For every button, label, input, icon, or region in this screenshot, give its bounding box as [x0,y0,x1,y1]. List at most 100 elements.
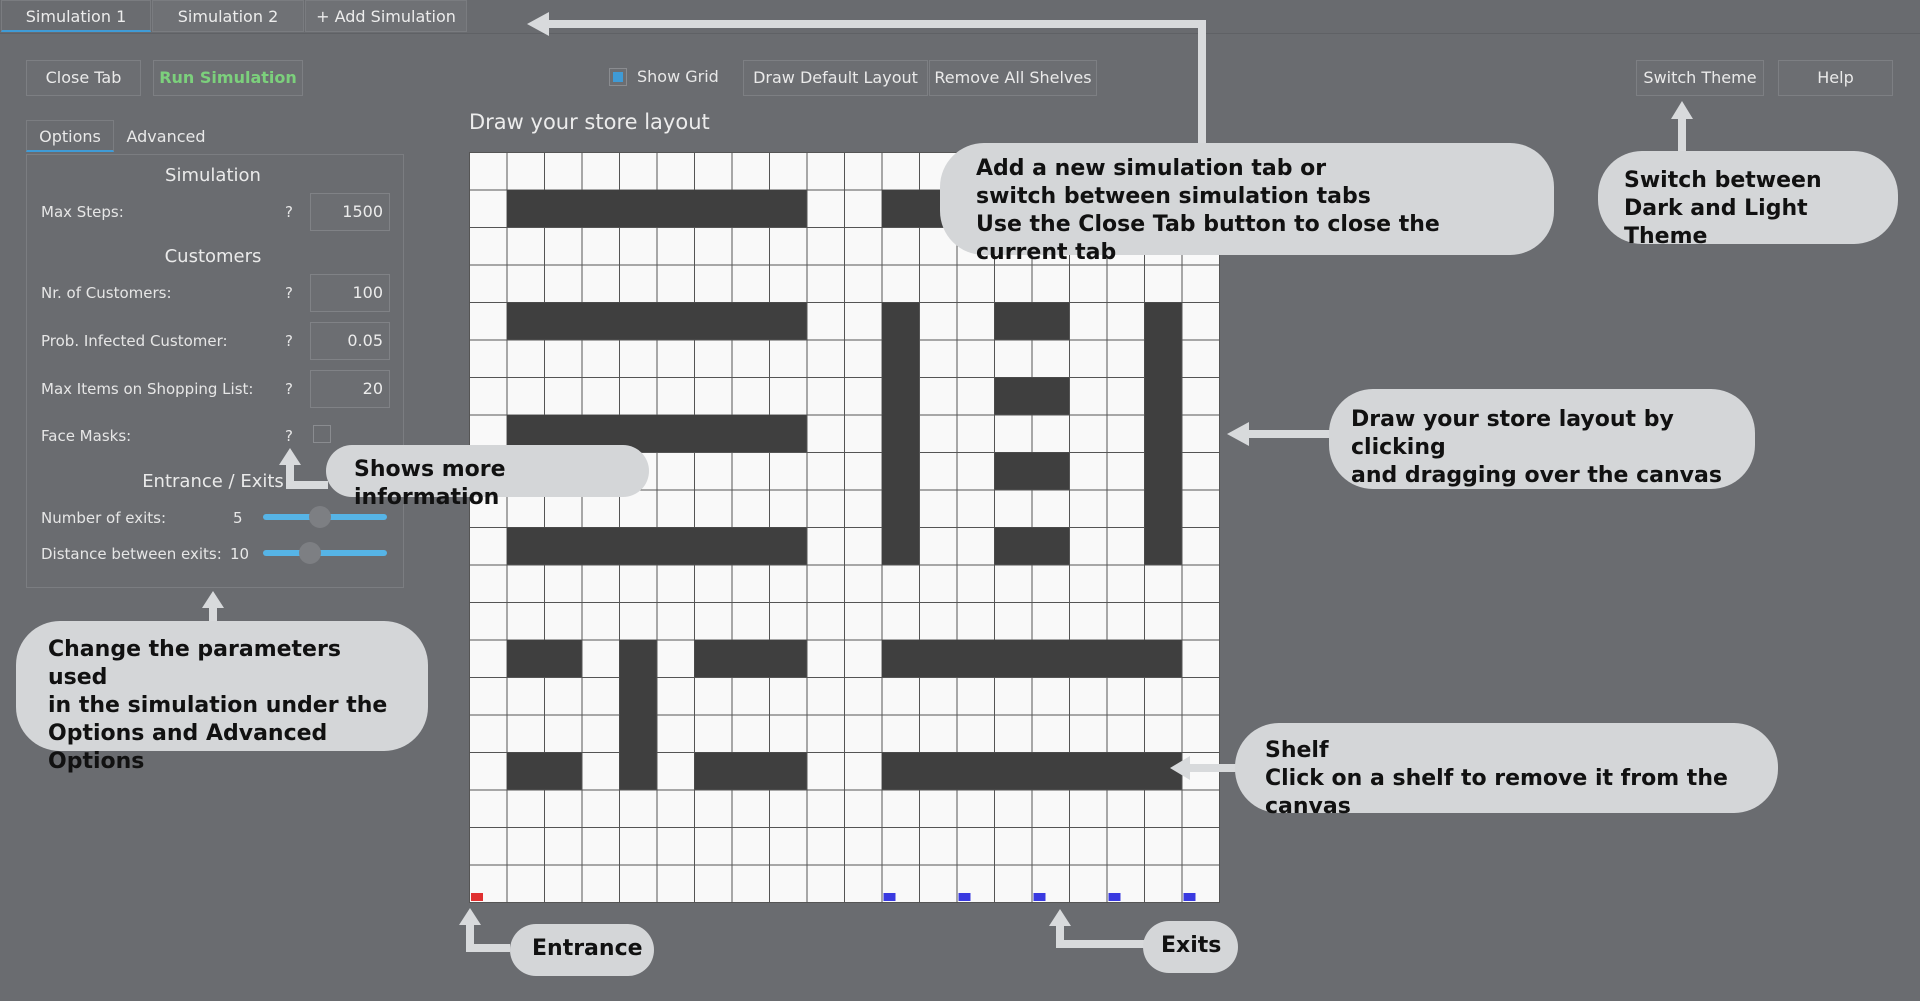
shelf-cell[interactable] [1069,640,1108,678]
shelf-cell[interactable] [619,190,658,228]
grid-cell[interactable] [844,864,883,903]
grid-cell[interactable] [769,864,808,903]
tab-simulation-1[interactable]: Simulation 1 [1,0,151,32]
grid-cell[interactable] [881,564,920,603]
shelf-cell[interactable] [1144,340,1183,378]
grid-cell[interactable] [1069,864,1108,903]
num-exits-slider-handle[interactable] [308,506,331,528]
grid-cell[interactable] [1181,602,1220,641]
grid-cell[interactable] [844,827,883,866]
grid-cell[interactable] [656,752,695,791]
grid-cell[interactable] [544,264,583,303]
shelf-cell[interactable] [694,302,733,341]
grid-cell[interactable] [731,227,770,266]
distance-exits-slider[interactable] [263,542,387,564]
grid-cell[interactable] [844,264,883,303]
grid-cell[interactable] [544,714,583,753]
grid-cell[interactable] [844,302,883,341]
face-masks-checkbox[interactable] [313,425,331,443]
shelf-cell[interactable] [919,640,958,678]
grid-cell[interactable] [619,602,658,641]
grid-cell[interactable] [469,752,508,791]
grid-cell[interactable] [469,639,508,678]
grid-cell[interactable] [1031,564,1070,603]
grid-cell[interactable] [694,564,733,603]
shelf-cell[interactable] [1107,640,1145,678]
grid-cell[interactable] [806,302,845,341]
grid-cell[interactable] [844,414,883,453]
grid-cell[interactable] [1106,339,1145,378]
shelf-cell[interactable] [657,190,695,228]
grid-cell[interactable] [581,339,620,378]
grid-cell[interactable] [656,489,695,528]
shelf-cell[interactable] [694,527,733,566]
grid-cell[interactable] [806,152,845,191]
shelf-cell[interactable] [582,302,620,341]
shelf-cell[interactable] [732,302,770,341]
grid-cell[interactable] [844,452,883,491]
grid-cell[interactable] [956,677,995,716]
grid-cell[interactable] [844,339,883,378]
grid-cell[interactable] [956,414,995,453]
grid-cell[interactable] [694,489,733,528]
shelf-cell[interactable] [957,640,995,678]
max-steps-help[interactable]: ? [285,203,293,221]
grid-cell[interactable] [994,339,1033,378]
grid-cell[interactable] [544,827,583,866]
shelf-cell[interactable] [994,527,1033,566]
grid-cell[interactable] [581,789,620,828]
grid-cell[interactable] [769,602,808,641]
grid-cell[interactable] [1069,264,1108,303]
grid-cell[interactable] [731,714,770,753]
grid-cell[interactable] [506,864,545,903]
grid-cell[interactable] [1181,377,1220,416]
shelf-cell[interactable] [994,452,1033,491]
grid-cell[interactable] [1031,827,1070,866]
help-button[interactable]: Help [1778,60,1893,96]
grid-cell[interactable] [544,564,583,603]
grid-cell[interactable] [731,602,770,641]
grid-cell[interactable] [769,452,808,491]
grid-cell[interactable] [994,414,1033,453]
grid-cell[interactable] [1069,789,1108,828]
grid-cell[interactable] [1106,714,1145,753]
grid-cell[interactable] [619,564,658,603]
shelf-cell[interactable] [769,527,808,566]
grid-cell[interactable] [806,527,845,566]
grid-cell[interactable] [881,677,920,716]
run-simulation-button[interactable]: Run Simulation [153,60,303,96]
grid-cell[interactable] [581,752,620,791]
grid-cell[interactable] [806,189,845,228]
num-exits-slider[interactable] [263,506,387,528]
grid-cell[interactable] [731,489,770,528]
shelf-cell[interactable] [882,752,920,791]
grid-cell[interactable] [1031,714,1070,753]
grid-cell[interactable] [731,827,770,866]
grid-cell[interactable] [619,339,658,378]
grid-cell[interactable] [619,864,658,903]
grid-cell[interactable] [994,602,1033,641]
grid-cell[interactable] [806,639,845,678]
grid-cell[interactable] [619,264,658,303]
grid-cell[interactable] [806,489,845,528]
grid-cell[interactable] [694,714,733,753]
grid-cell[interactable] [919,602,958,641]
grid-cell[interactable] [1181,639,1220,678]
grid-cell[interactable] [919,564,958,603]
tab-options[interactable]: Options [26,120,114,152]
grid-cell[interactable] [956,302,995,341]
shelf-cell[interactable] [619,640,658,678]
shelf-cell[interactable] [507,527,545,566]
grid-cell[interactable] [544,339,583,378]
grid-cell[interactable] [656,602,695,641]
grid-cell[interactable] [1181,414,1220,453]
grid-cell[interactable] [581,827,620,866]
grid-cell[interactable] [1106,264,1145,303]
grid-cell[interactable] [806,677,845,716]
shelf-cell[interactable] [732,190,770,228]
shelf-cell[interactable] [882,452,920,491]
grid-cell[interactable] [806,827,845,866]
grid-cell[interactable] [1069,489,1108,528]
nr-customers-help[interactable]: ? [285,284,293,302]
grid-cell[interactable] [469,302,508,341]
